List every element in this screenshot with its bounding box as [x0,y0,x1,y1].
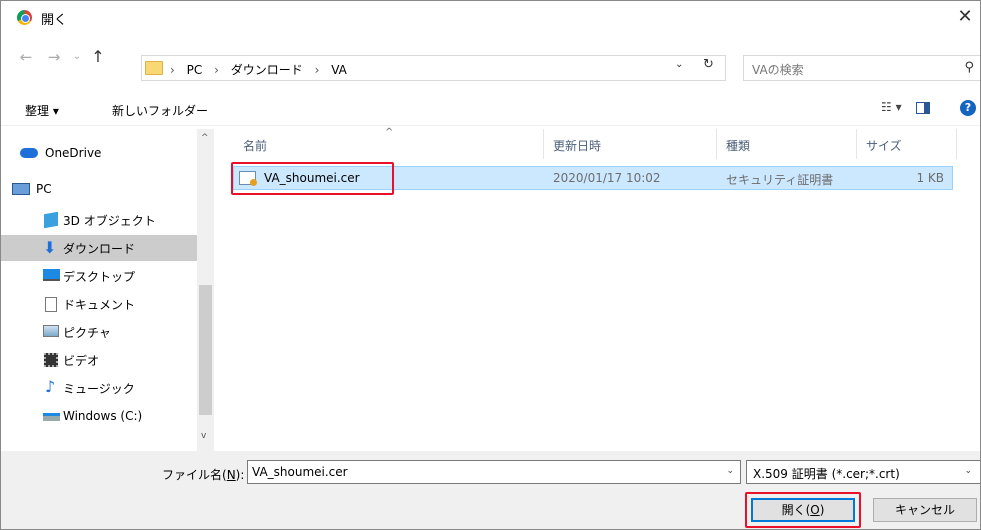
back-button[interactable]: ← [16,45,36,69]
organize-button[interactable]: 整理 ▾ [25,102,59,119]
scroll-up-icon[interactable]: ^ [201,133,209,143]
sidebar-item-onedrive[interactable]: OneDrive [1,141,197,167]
highlight-box [231,162,394,195]
file-modified: 2020/01/17 10:02 [553,171,661,185]
sidebar-item-windows-c[interactable]: Windows (C:) [1,404,197,430]
chevron-down-icon[interactable]: ⌄ [726,466,734,476]
up-button[interactable]: ↑ [88,45,108,69]
sidebar-item-videos[interactable]: ビデオ [1,347,197,373]
sidebar-item-3d-objects[interactable]: 3D オブジェクト [1,207,197,233]
forward-button[interactable]: → [44,45,64,69]
column-header-name[interactable]: 名前 [243,137,267,154]
cancel-button[interactable]: キャンセル [873,498,977,522]
sidebar-item-label: PC [36,182,52,196]
sidebar-item-pc[interactable]: PC [1,177,197,203]
column-divider[interactable] [543,129,544,159]
chrome-icon [17,10,32,25]
address-bar[interactable]: › PC › ダウンロード › VA [141,55,726,81]
view-options-icon[interactable]: ☷ ▾ [881,100,902,114]
column-divider[interactable] [856,129,857,159]
sidebar-item-label: ダウンロード [63,242,136,256]
dialog-title: 開く [41,13,68,28]
open-file-dialog: 開く ✕ ← → ⌄ ↑ › PC › ダウンロード › VA ⌄ ↻ VAの検… [0,0,981,530]
sidebar-item-label: デスクトップ [63,270,136,284]
video-icon [44,353,58,367]
refresh-icon[interactable]: ↻ [703,57,714,72]
drive-icon [43,413,60,421]
title-bar: 開く ✕ [1,1,980,33]
navigation-bar: ← → ⌄ ↑ › PC › ダウンロード › VA ⌄ ↻ VAの検索 ⚲ [1,33,980,81]
breadcrumb-va[interactable]: VA [331,63,347,77]
highlight-box [745,492,861,528]
column-header-size[interactable]: サイズ [866,137,902,154]
breadcrumb-separator: › [214,63,219,77]
document-icon [45,297,57,312]
sidebar-item-label: ビデオ [63,354,100,368]
cube-icon [44,211,58,229]
filename-label: ファイル名(N): [162,468,245,482]
navigation-scrollbar[interactable]: ^ v [197,129,214,451]
chevron-down-icon[interactable]: ⌄ [964,466,972,476]
breadcrumb-separator: › [314,63,320,77]
column-divider[interactable] [716,129,717,159]
filename-field[interactable]: VA_shoumei.cer ⌄ [247,460,741,484]
breadcrumb: › PC › ダウンロード › VA [170,61,355,78]
sidebar-item-music[interactable]: ♪ ミュージック [1,375,197,401]
sidebar-item-label: 3D オブジェクト [63,214,156,228]
search-input[interactable]: VAの検索 ⚲ [743,55,980,81]
file-type: セキュリティ証明書 [726,173,834,187]
sidebar-item-label: OneDrive [45,146,102,160]
search-icon[interactable]: ⚲ [964,60,974,75]
computer-icon [12,183,30,195]
column-header-modified[interactable]: 更新日時 [553,137,601,154]
recent-locations-button[interactable]: ⌄ [67,45,87,69]
sort-ascending-icon: ^ [385,127,394,138]
music-icon: ♪ [45,377,56,396]
file-list: 名前 ^ 更新日時 種類 サイズ VA_shoumei.cer 2020/01/… [216,127,980,451]
scroll-down-icon[interactable]: v [201,431,206,441]
desktop-icon [43,269,60,281]
sidebar-item-downloads[interactable]: ⬇ ダウンロード [1,235,197,261]
breadcrumb-downloads[interactable]: ダウンロード [231,63,303,77]
cloud-icon [20,148,38,158]
column-header-type[interactable]: 種類 [726,137,750,154]
file-type-value: X.509 証明書 (*.cer;*.crt) [753,467,900,481]
filename-value: VA_shoumei.cer [252,465,348,479]
preview-pane-icon[interactable] [916,102,930,114]
file-type-select[interactable]: X.509 証明書 (*.cer;*.crt) ⌄ [746,460,980,484]
sidebar-item-label: Windows (C:) [63,409,143,423]
command-bar: 整理 ▾ 新しいフォルダー ☷ ▾ ? [1,90,980,126]
download-icon: ⬇ [43,238,57,257]
help-icon[interactable]: ? [960,100,976,116]
sidebar-item-label: ミュージック [63,382,135,396]
sidebar-item-pictures[interactable]: ピクチャ [1,319,197,345]
sidebar-item-documents[interactable]: ドキュメント [1,291,197,317]
sidebar-item-label: ピクチャ [63,326,111,340]
picture-icon [43,325,59,337]
new-folder-button[interactable]: 新しいフォルダー [112,102,208,119]
search-placeholder: VAの検索 [752,63,804,77]
address-dropdown-icon[interactable]: ⌄ [675,59,683,70]
breadcrumb-pc[interactable]: PC [187,63,203,77]
navigation-pane: OneDrive PC 3D オブジェクト ⬇ ダウンロード デスクトップ ドキ… [1,129,216,451]
scrollbar-thumb[interactable] [199,285,212,415]
folder-icon [145,61,163,75]
sidebar-item-label: ドキュメント [63,298,136,312]
footer-panel: ファイル名(N): VA_shoumei.cer ⌄ X.509 証明書 (*.… [1,451,980,529]
breadcrumb-separator: › [170,63,175,77]
column-divider[interactable] [956,129,957,159]
close-button[interactable]: ✕ [948,1,980,33]
sidebar-item-desktop[interactable]: デスクトップ [1,263,197,289]
file-size: 1 KB [916,171,944,185]
